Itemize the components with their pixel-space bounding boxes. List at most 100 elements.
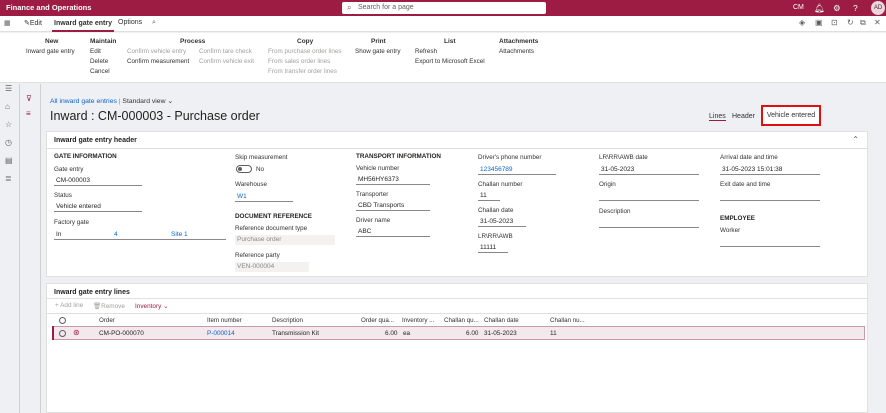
driver-name-field[interactable]: ABC <box>356 227 430 237</box>
worker-field[interactable] <box>720 237 820 247</box>
challan-date-field[interactable]: 31-05-2023 <box>478 217 526 227</box>
add-line-button[interactable]: + Add line <box>55 302 83 309</box>
popout-icon[interactable]: ⧉ <box>860 18 866 28</box>
cell-item-number[interactable]: P-000014 <box>207 330 235 337</box>
grid-icon[interactable]: ▦ <box>4 19 11 27</box>
factory-gate-site[interactable]: Site 1 <box>171 230 188 239</box>
edit-button[interactable]: ✎Edit <box>24 19 42 27</box>
driver-phone-field[interactable]: 123456789 <box>478 165 556 175</box>
cell-description[interactable]: Transmission Kit <box>272 330 319 337</box>
lines-panel-title[interactable]: Inward gate entry lines <box>54 289 130 296</box>
gear-icon[interactable]: ⚙ <box>833 2 841 14</box>
chevron-up-icon[interactable]: ⌃ <box>852 135 859 144</box>
lr-label: LR\RR\AWB <box>478 233 513 240</box>
office-icon[interactable]: ▣ <box>815 18 823 27</box>
factory-gate-field[interactable]: In 4 Site 1 <box>54 230 226 240</box>
cell-order-qty[interactable]: 6.00 <box>385 330 397 337</box>
origin-field[interactable] <box>599 191 699 201</box>
filter-icon[interactable]: ⊽ <box>26 94 32 103</box>
cell-challan-date[interactable]: 31-05-2023 <box>484 330 517 337</box>
star-icon[interactable]: ☆ <box>5 120 12 129</box>
worker-label: Worker <box>720 227 741 234</box>
confirm-measurement-button[interactable]: Confirm measurement <box>127 58 189 65</box>
cell-challan-qty[interactable]: 6.00 <box>466 330 478 337</box>
tab-lines[interactable]: Lines <box>709 113 726 121</box>
top-bar: Finance and Operations ⌕ Search for a pa… <box>0 0 886 16</box>
factory-gate-number[interactable]: 4 <box>114 230 118 239</box>
confirm-vehicle-entry-button[interactable]: Confirm vehicle entry <box>127 48 186 55</box>
home-icon[interactable]: ⌂ <box>5 102 10 111</box>
search-icon[interactable]: ⌕ <box>152 19 156 27</box>
export-excel-button[interactable]: Export to Microsoft Excel <box>415 58 485 65</box>
attachment-icon[interactable]: ⊡ <box>831 18 838 27</box>
status-field[interactable]: Vehicle entered <box>54 202 142 212</box>
gate-entry-label: Gate entry <box>54 166 84 173</box>
col-challan-number[interactable]: Challan nu... <box>550 317 585 324</box>
help-icon[interactable]: ? <box>853 2 858 14</box>
col-inventory-unit[interactable]: Inventory ... <box>402 317 434 324</box>
cell-order[interactable]: CM-PO-000070 <box>99 330 144 337</box>
copy-purchase-lines-button[interactable]: From purchase order lines <box>268 48 342 55</box>
refresh-icon[interactable]: ↻ <box>847 18 854 27</box>
list-icon[interactable]: ≣ <box>5 174 12 183</box>
col-challan-date[interactable]: Challan date <box>484 317 519 324</box>
arrival-field[interactable]: 31-05-2023 15:01:38 <box>720 165 820 175</box>
bell-icon[interactable]: 🔔︎ <box>814 2 825 14</box>
tab-header[interactable]: Header <box>732 113 755 120</box>
workspace-icon[interactable]: ▤ <box>5 156 13 165</box>
copy-sales-lines-button[interactable]: From sales order lines <box>268 58 330 65</box>
app-name[interactable]: Finance and Operations <box>6 3 91 12</box>
col-challan-qty[interactable]: Challan qu... <box>444 317 479 324</box>
gate-info-title: GATE INFORMATION <box>54 153 117 160</box>
view-selector[interactable]: Standard view ⌄ <box>122 98 173 105</box>
row-checkbox[interactable] <box>59 330 66 337</box>
skip-measurement-toggle[interactable] <box>236 165 252 173</box>
confirm-tare-check-button[interactable]: Confirm tare check <box>199 48 252 55</box>
col-order-qty[interactable]: Order qua... <box>361 317 394 324</box>
col-description[interactable]: Description <box>272 317 303 324</box>
delete-button[interactable]: Delete <box>90 58 108 65</box>
tab-inward-gate-entry[interactable]: Inward gate entry <box>52 16 114 32</box>
transporter-field[interactable]: CBD Transports <box>356 201 430 211</box>
edit-menu-button[interactable]: Edit <box>90 48 101 55</box>
select-all-checkbox[interactable] <box>59 317 66 324</box>
inventory-menu[interactable]: Inventory ⌄ <box>135 302 168 310</box>
attachments-button[interactable]: Attachments <box>499 48 534 55</box>
group-maintain-title: Maintain <box>90 38 117 45</box>
show-gate-entry-button[interactable]: Show gate entry <box>355 48 401 55</box>
search-input[interactable]: ⌕ Search for a page <box>342 2 546 14</box>
header-panel-title[interactable]: Inward gate entry header <box>54 137 137 144</box>
breadcrumb: All inward gate entries | Standard view … <box>50 98 174 105</box>
cancel-button[interactable]: Cancel <box>90 68 110 75</box>
page-title: Inward : CM-000003 - Purchase order <box>50 109 260 123</box>
diamond-icon[interactable]: ◈ <box>799 18 805 27</box>
factory-gate-label: Factory gate <box>54 219 89 226</box>
challan-number-field[interactable]: 11 <box>478 191 500 201</box>
remove-button[interactable]: 🗑︎Remove <box>93 302 125 310</box>
close-icon[interactable]: ✕ <box>874 18 881 27</box>
cell-inventory-unit[interactable]: ea <box>403 330 410 337</box>
vehicle-number-field[interactable]: MH56HY6373 <box>356 175 430 185</box>
gate-entry-field[interactable]: CM-000003 <box>54 176 142 186</box>
cell-challan-number[interactable]: 11 <box>550 330 557 337</box>
col-order[interactable]: Order <box>99 317 115 324</box>
menu-icon[interactable]: ☰ <box>5 84 12 93</box>
new-inward-gate-entry-button[interactable]: Inward gate entry <box>26 48 75 55</box>
company-picker[interactable]: CM <box>793 2 804 14</box>
lr-date-field[interactable]: 31-05-2023 <box>599 165 699 175</box>
exit-field[interactable] <box>720 191 820 201</box>
copy-transfer-lines-button[interactable]: From transfer order lines <box>268 68 337 75</box>
refresh-button[interactable]: Refresh <box>415 48 437 55</box>
tab-options[interactable]: Options <box>118 19 142 26</box>
all-entries-link[interactable]: All inward gate entries <box>50 98 117 105</box>
table-row[interactable] <box>52 326 865 340</box>
confirm-vehicle-exit-button[interactable]: Confirm vehicle exit <box>199 58 254 65</box>
list-filter-icon[interactable]: ≡ <box>26 109 31 118</box>
avatar[interactable]: AD <box>871 1 885 15</box>
col-item-number[interactable]: Item number <box>207 317 242 324</box>
description-field[interactable] <box>599 218 699 228</box>
recent-icon[interactable]: ◷ <box>5 138 12 147</box>
lr-field[interactable]: 11111 <box>478 243 508 253</box>
group-copy-title: Copy <box>297 38 314 45</box>
warehouse-field[interactable]: W1 <box>235 192 293 202</box>
